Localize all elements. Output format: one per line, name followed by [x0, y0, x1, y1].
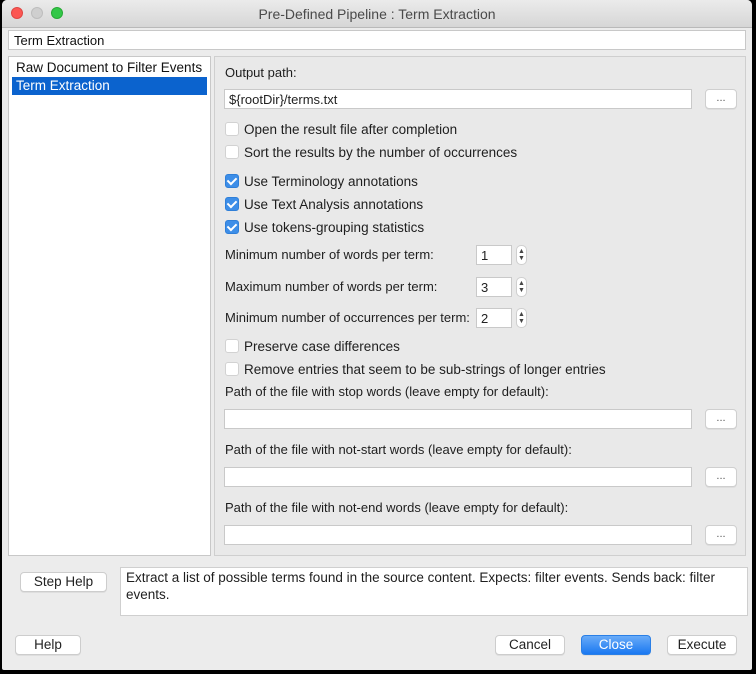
step-parameters-panel: Output path: ${rootDir}/terms.txt ... Op… — [214, 56, 746, 556]
remove-substrings-checkbox-row[interactable]: Remove entries that seem to be sub-strin… — [225, 360, 606, 378]
chevron-up-icon[interactable]: ▲ — [518, 280, 525, 287]
open-result-checkbox-row[interactable]: Open the result file after completion — [225, 120, 457, 138]
preserve-case-checkbox[interactable] — [225, 339, 239, 353]
close-button[interactable]: Close — [581, 635, 651, 655]
max-words-input[interactable]: 3 — [476, 277, 512, 297]
not-end-input[interactable] — [224, 525, 692, 545]
tokens-grouping-label: Use tokens-grouping statistics — [244, 219, 425, 235]
min-words-label: Minimum number of words per term: — [225, 247, 434, 262]
text-analysis-annotations-label: Use Text Analysis annotations — [244, 196, 424, 212]
min-occurrences-label: Minimum number of occurrences per term: — [225, 310, 470, 325]
pipeline-dialog: Pre-Defined Pipeline : Term Extraction T… — [2, 0, 752, 670]
text-analysis-annotations-checkbox-row[interactable]: Use Text Analysis annotations — [225, 195, 423, 213]
open-result-label: Open the result file after completion — [244, 121, 458, 137]
max-words-stepper[interactable]: ▲ ▼ — [516, 277, 527, 297]
tokens-grouping-checkbox-row[interactable]: Use tokens-grouping statistics — [225, 218, 424, 236]
stop-words-browse-button[interactable]: ... — [705, 409, 737, 429]
remove-substrings-checkbox[interactable] — [225, 362, 239, 376]
sort-results-checkbox[interactable] — [225, 145, 239, 159]
min-words-stepper[interactable]: ▲ ▼ — [516, 245, 527, 265]
sort-results-label: Sort the results by the number of occurr… — [244, 144, 518, 160]
stop-words-label: Path of the file with stop words (leave … — [225, 384, 549, 399]
preserve-case-checkbox-row[interactable]: Preserve case differences — [225, 337, 400, 355]
sort-results-checkbox-row[interactable]: Sort the results by the number of occurr… — [225, 143, 517, 161]
text-analysis-annotations-checkbox[interactable] — [225, 197, 239, 211]
not-start-browse-button[interactable]: ... — [705, 467, 737, 487]
window-title: Pre-Defined Pipeline : Term Extraction — [258, 6, 496, 22]
remove-substrings-label: Remove entries that seem to be sub-strin… — [244, 361, 606, 377]
preserve-case-label: Preserve case differences — [244, 338, 400, 354]
chevron-up-icon[interactable]: ▲ — [518, 248, 525, 255]
open-result-checkbox[interactable] — [225, 122, 239, 136]
min-occurrences-stepper[interactable]: ▲ ▼ — [516, 308, 527, 328]
max-words-label: Maximum number of words per term: — [225, 279, 438, 294]
not-start-label: Path of the file with not-start words (l… — [225, 442, 572, 457]
not-end-browse-button[interactable]: ... — [705, 525, 737, 545]
min-words-input[interactable]: 1 — [476, 245, 512, 265]
min-occurrences-input[interactable]: 2 — [476, 308, 512, 328]
not-end-label: Path of the file with not-end words (lea… — [225, 500, 569, 515]
chevron-down-icon[interactable]: ▼ — [518, 255, 525, 262]
chevron-down-icon[interactable]: ▼ — [518, 287, 525, 294]
not-start-input[interactable] — [224, 467, 692, 487]
step-help-button[interactable]: Step Help — [20, 572, 107, 592]
tokens-grouping-checkbox[interactable] — [225, 220, 239, 234]
pipeline-name-field[interactable]: Term Extraction — [8, 30, 746, 50]
step-description: Extract a list of possible terms found i… — [120, 567, 748, 616]
step-list[interactable]: Raw Document to Filter Events Term Extra… — [8, 56, 211, 556]
step-item-term-extraction[interactable]: Term Extraction — [12, 77, 207, 95]
execute-button[interactable]: Execute — [667, 635, 737, 655]
output-path-browse-button[interactable]: ... — [705, 89, 737, 109]
chevron-up-icon[interactable]: ▲ — [518, 311, 525, 318]
output-path-input[interactable]: ${rootDir}/terms.txt — [224, 89, 692, 109]
terminology-annotations-checkbox[interactable] — [225, 174, 239, 188]
stop-words-input[interactable] — [224, 409, 692, 429]
output-path-label: Output path: — [225, 65, 297, 80]
step-item-raw-document[interactable]: Raw Document to Filter Events — [12, 59, 207, 77]
help-button[interactable]: Help — [15, 635, 81, 655]
terminology-annotations-checkbox-row[interactable]: Use Terminology annotations — [225, 172, 418, 190]
title-bar: Pre-Defined Pipeline : Term Extraction — [2, 0, 752, 28]
terminology-annotations-label: Use Terminology annotations — [244, 173, 418, 189]
chevron-down-icon[interactable]: ▼ — [518, 318, 525, 325]
cancel-button[interactable]: Cancel — [495, 635, 565, 655]
